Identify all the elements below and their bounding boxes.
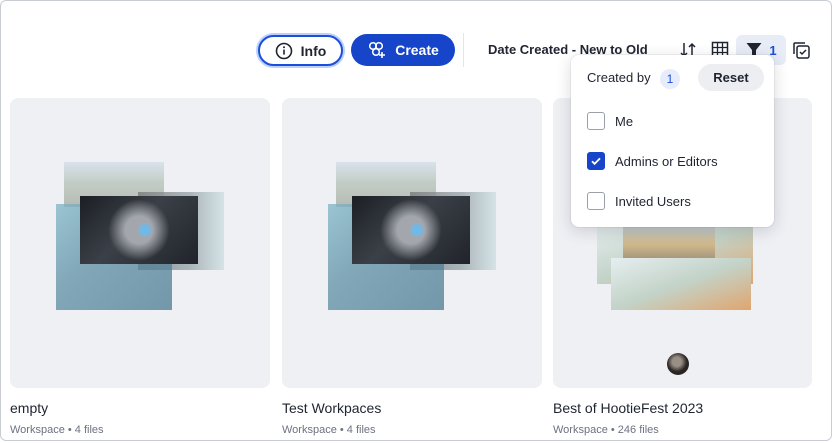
thumbnail-image (80, 196, 198, 264)
checkbox[interactable] (587, 152, 605, 170)
filter-option-label: Invited Users (615, 193, 691, 209)
create-button[interactable]: Create (351, 34, 455, 66)
create-icon (369, 41, 386, 58)
multi-select-button[interactable] (790, 39, 812, 61)
avatar (667, 353, 689, 375)
workspace-card-thumbnail[interactable] (10, 98, 270, 388)
card-subtitle: Workspace • 4 files (282, 424, 376, 436)
checkmark-icon (591, 157, 601, 166)
card-subtitle: Workspace • 4 files (10, 424, 104, 436)
toolbar-divider (463, 33, 464, 67)
filter-count-badge: 1 (660, 69, 680, 89)
thumbnail-image (623, 222, 715, 262)
create-button-label: Create (395, 42, 439, 58)
filter-option-admins-editors[interactable]: Admins or Editors (587, 152, 718, 170)
card-title[interactable]: Test Workpaces (282, 400, 381, 416)
checkbox[interactable] (587, 112, 605, 130)
filter-option-me[interactable]: Me (587, 112, 633, 130)
card-title[interactable]: empty (10, 400, 48, 416)
info-icon (275, 42, 292, 59)
card-title[interactable]: Best of HootieFest 2023 (553, 400, 703, 416)
info-button[interactable]: Info (258, 35, 343, 66)
workspace-card-thumbnail[interactable] (282, 98, 542, 388)
filter-dropdown: Created by 1 Reset Me Admins or Editors … (571, 55, 774, 227)
filter-count-badge: 1 (769, 42, 777, 58)
filter-heading: Created by (587, 70, 651, 85)
filter-option-invited-users[interactable]: Invited Users (587, 192, 691, 210)
info-button-label: Info (300, 42, 327, 59)
thumbnail-image (352, 196, 470, 264)
card-subtitle: Workspace • 246 files (553, 424, 659, 436)
checkbox[interactable] (587, 192, 605, 210)
filter-option-label: Me (615, 113, 634, 129)
thumbnail-image (611, 258, 751, 310)
select-icon (793, 42, 810, 59)
reset-button[interactable]: Reset (698, 64, 764, 91)
app-window: Info Create Date Created - New to Old 1 (0, 0, 832, 441)
filter-option-label: Admins or Editors (615, 153, 718, 169)
